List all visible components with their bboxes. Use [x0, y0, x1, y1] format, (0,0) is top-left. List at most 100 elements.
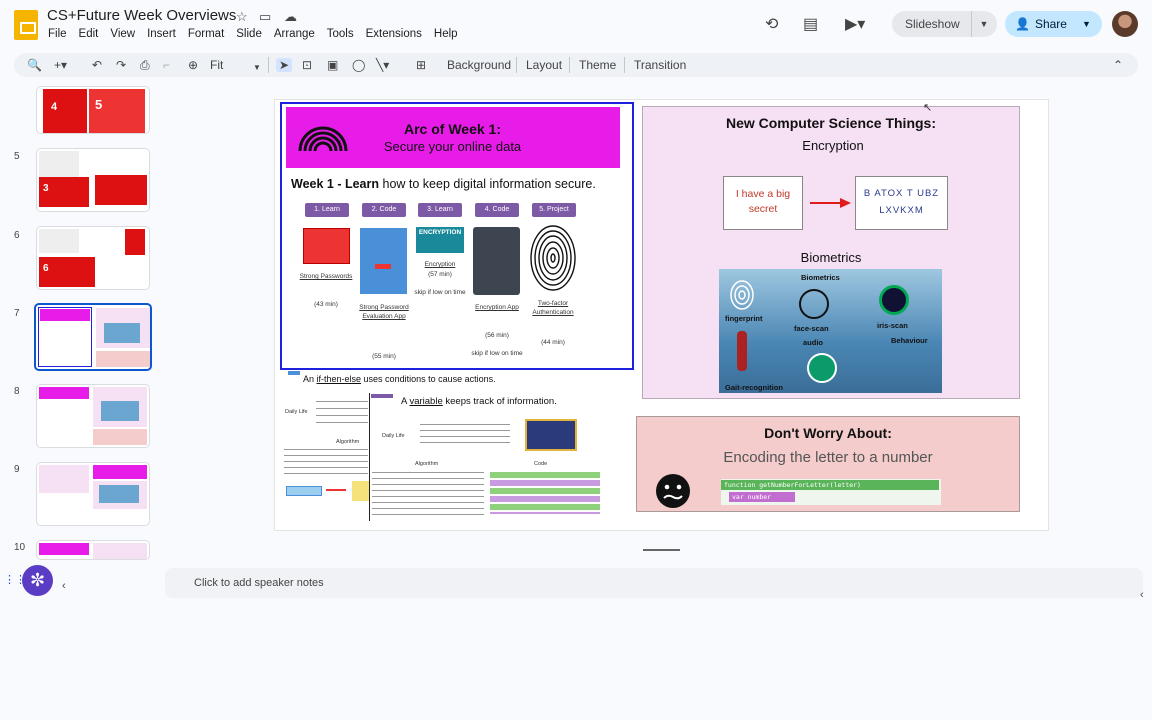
menu-edit[interactable]: Edit	[79, 28, 107, 40]
encryption-card: ENCRYPTION	[416, 227, 464, 253]
divider	[569, 57, 570, 73]
star-icon[interactable]: ☆	[236, 9, 248, 25]
password-app-card	[360, 228, 407, 294]
card-time: (43 min)	[314, 301, 338, 308]
variable-algorithm-text	[372, 472, 484, 516]
code-block-image: function getNumberForLetter(letter) var …	[721, 479, 941, 505]
toolbar	[14, 53, 1138, 77]
code-block	[286, 486, 322, 496]
new-slide-icon[interactable]: +▾	[54, 58, 67, 72]
card-note: skip if low on time	[471, 350, 523, 357]
redo-icon[interactable]: ↷	[116, 58, 126, 72]
plaintext-box: I have a big secret	[723, 176, 803, 230]
background-button[interactable]: Background	[447, 58, 511, 72]
daily-life-label: Daily Life	[285, 409, 308, 415]
menu-help[interactable]: Help	[434, 28, 466, 40]
menu-file[interactable]: File	[48, 28, 75, 40]
textbox-icon[interactable]: ⊡	[302, 58, 312, 72]
comments-icon[interactable]: ▤	[803, 14, 818, 34]
paint-format-icon[interactable]: ⌐	[163, 58, 170, 72]
layout-button[interactable]: Layout	[526, 58, 562, 72]
biometrics-label: Biometrics	[800, 250, 862, 265]
chevron-down-icon[interactable]: ▼	[972, 19, 996, 29]
code-line-2: var number	[729, 492, 795, 502]
bio-label-fingerprint: fingerprint	[725, 314, 763, 323]
menu-extensions[interactable]: Extensions	[366, 28, 430, 40]
gemini-spark-icon[interactable]: ✼	[22, 565, 53, 596]
card-caption: Strong Password Evaluation App	[359, 304, 409, 320]
encryption-label: Encryption	[802, 138, 864, 153]
slideshow-button[interactable]: Slideshow ▼	[892, 11, 997, 37]
menu-bar: File Edit View Insert Format Slide Arran…	[48, 28, 470, 40]
divider	[624, 57, 625, 73]
move-folder-icon[interactable]: ▭	[259, 9, 271, 25]
menu-arrange[interactable]: Arrange	[274, 28, 323, 40]
menu-insert[interactable]: Insert	[147, 28, 184, 40]
meet-icon[interactable]: ▶▾	[845, 14, 865, 34]
daily-life-label: Daily Life	[382, 433, 405, 439]
speaker-notes-placeholder[interactable]: Click to add speaker notes	[194, 577, 324, 589]
slide-thumb-7-selected[interactable]	[34, 303, 152, 371]
image-icon[interactable]: ▣	[327, 58, 338, 72]
week-1-rest: how to keep digital information secure.	[379, 177, 596, 191]
slides-logo[interactable]	[14, 10, 38, 40]
print-icon[interactable]: ⎙	[140, 58, 150, 72]
cloud-status-icon[interactable]: ☁	[284, 9, 297, 25]
slide-number: 6	[14, 230, 20, 241]
divider	[516, 57, 517, 73]
step-tag: 4. Code	[475, 203, 519, 217]
chevron-left-icon[interactable]: ‹	[62, 580, 66, 592]
ifthen-daily-text	[316, 401, 368, 427]
variable-code-blocks	[490, 472, 600, 514]
face-scan-icon	[799, 289, 829, 319]
slide-thumb-9[interactable]	[36, 462, 150, 526]
menu-view[interactable]: View	[110, 28, 143, 40]
line-icon[interactable]: ╲▾	[376, 58, 389, 72]
zoom-icon[interactable]: ⊕	[188, 58, 198, 72]
menu-format[interactable]: Format	[188, 28, 232, 40]
filmstrip: 4 5 5 3 6 6 7 8 9 10	[0, 84, 165, 560]
unsure-face-icon	[656, 474, 690, 508]
scoreboard-image	[525, 419, 577, 451]
worry-title: Don't Worry About:	[764, 425, 892, 441]
transition-button[interactable]: Transition	[634, 58, 686, 72]
undo-icon[interactable]: ↶	[92, 58, 102, 72]
thumb-badge: 6	[43, 263, 49, 274]
iris-scan-icon	[879, 285, 909, 315]
menu-slide[interactable]: Slide	[236, 28, 270, 40]
shape-icon[interactable]: ◯	[352, 58, 365, 72]
share-button[interactable]: 👤 Share ▼	[1005, 11, 1102, 37]
zoom-select[interactable]: Fit	[210, 58, 223, 72]
slide-thumb-4[interactable]: 4 5	[36, 86, 150, 134]
slide-thumb-5[interactable]: 3	[36, 148, 150, 212]
biometrics-image: Biometrics fingerprint face-scan iris-sc…	[719, 269, 942, 393]
cs-title: New Computer Science Things:	[725, 115, 937, 131]
slide-thumb-8[interactable]	[36, 384, 150, 448]
encryption-app-card	[473, 227, 520, 295]
avatar[interactable]	[1112, 11, 1138, 37]
document-title[interactable]: CS+Future Week Overviews	[47, 7, 236, 24]
collapse-toolbar-icon[interactable]: ⌃	[1113, 58, 1123, 72]
card-caption: Two-factor Authentication	[532, 300, 574, 316]
version-history-icon[interactable]: ⟲	[765, 14, 778, 34]
resize-handle[interactable]	[643, 549, 680, 551]
bio-label-gait: Gait-recognition	[725, 383, 783, 392]
menu-tools[interactable]: Tools	[327, 28, 362, 40]
fingerprint-icon	[530, 225, 576, 291]
theme-button[interactable]: Theme	[579, 58, 616, 72]
chevron-left-icon[interactable]: ‹	[1140, 589, 1144, 601]
slide-thumb-6[interactable]: 6	[36, 226, 150, 290]
step-tag: 3. Learn	[418, 203, 462, 217]
slide-number: 5	[14, 151, 20, 162]
slide-number: 9	[14, 464, 20, 475]
slide-thumb-10[interactable]	[36, 540, 150, 560]
slide-number: 7	[14, 308, 20, 319]
if-then-else-text: An if-then-else uses conditions to cause…	[303, 374, 496, 384]
chevron-down-icon[interactable]: ▼	[1082, 19, 1091, 29]
variable-text: A variable keeps track of information.	[401, 396, 557, 407]
select-tool-icon[interactable]: ➤	[276, 58, 293, 72]
comment-add-icon[interactable]: ⊞	[416, 58, 426, 72]
bio-label-audio: audio	[803, 338, 823, 347]
chevron-down-icon[interactable]: ▼	[253, 61, 261, 75]
search-menus-icon[interactable]: 🔍	[27, 58, 42, 72]
